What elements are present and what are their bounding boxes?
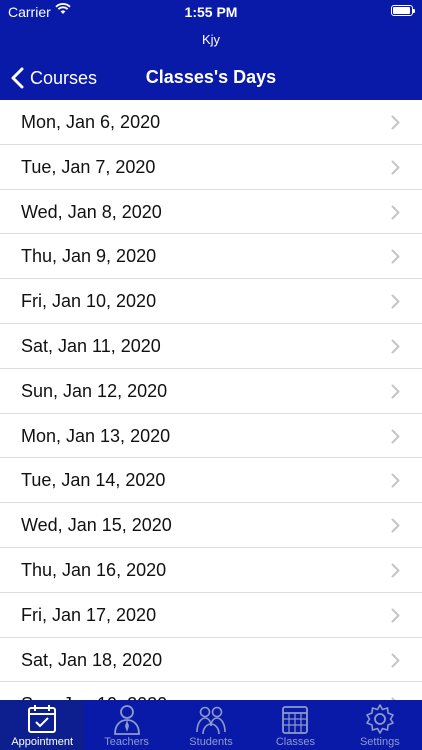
day-label: Tue, Jan 7, 2020 bbox=[21, 156, 156, 177]
day-label: Tue, Jan 14, 2020 bbox=[21, 470, 166, 491]
day-label: Thu, Jan 9, 2020 bbox=[21, 246, 157, 267]
day-label: Mon, Jan 6, 2020 bbox=[21, 112, 161, 132]
day-label: Sat, Jan 18, 2020 bbox=[21, 649, 163, 670]
list-item[interactable]: Thu, Jan 16, 2020 bbox=[0, 548, 422, 593]
day-label: Mon, Jan 13, 2020 bbox=[21, 425, 171, 446]
days-list: Mon, Jan 6, 2020 Tue, Jan 7, 2020 Wed, Jan… bbox=[0, 100, 422, 700]
list-item[interactable]: Mon, Jan 13, 2020 bbox=[0, 414, 422, 459]
list-item[interactable]: Sun, Jan 12, 2020 bbox=[0, 369, 422, 414]
list-item[interactable]: Thu, Jan 9, 2020 bbox=[0, 234, 422, 280]
list-item[interactable]: Tue, Jan 7, 2020 bbox=[0, 145, 422, 190]
chevron-right-icon bbox=[391, 473, 400, 488]
gear-icon bbox=[366, 704, 394, 734]
tab-bar: Appointment Teachers Students Classes Settin… bbox=[0, 700, 422, 750]
chevron-right-icon bbox=[391, 205, 400, 220]
page-title: Classes's Days bbox=[145, 67, 277, 87]
students-icon bbox=[196, 706, 226, 735]
tab-label: Classes bbox=[275, 736, 315, 748]
tab-label: Students bbox=[189, 736, 233, 748]
teacher-icon bbox=[113, 705, 140, 735]
nav-subtitle: Kjy bbox=[201, 32, 221, 47]
tab-classes[interactable]: Classes bbox=[253, 700, 337, 750]
day-label: Sat, Jan 11, 2020 bbox=[21, 335, 161, 356]
tab-settings[interactable]: Settings bbox=[338, 700, 422, 750]
chevron-right-icon bbox=[391, 653, 400, 668]
tab-label: Appointment bbox=[11, 736, 74, 748]
list-item[interactable]: Wed, Jan 8, 2020 bbox=[0, 190, 422, 235]
chevron-right-icon bbox=[391, 608, 400, 623]
status-time: 1:55 PM bbox=[184, 4, 238, 20]
chevron-right-icon bbox=[391, 384, 400, 399]
list-item[interactable]: Mon, Jan 6, 2020 bbox=[0, 100, 422, 145]
tab-appointment[interactable]: Appointment bbox=[0, 700, 85, 750]
chevron-right-icon bbox=[391, 294, 400, 309]
day-label: Wed, Jan 15, 2020 bbox=[21, 515, 172, 536]
calendar-grid-icon bbox=[282, 706, 309, 734]
chevron-right-icon bbox=[391, 339, 400, 354]
list-item[interactable]: Sun, Jan 19, 2020 bbox=[0, 682, 422, 700]
tab-students[interactable]: Students bbox=[169, 700, 253, 750]
day-label: Fri, Jan 17, 2020 bbox=[21, 604, 157, 625]
chevron-right-icon bbox=[391, 429, 400, 444]
chevron-right-icon bbox=[391, 249, 400, 264]
status-bar: Carrier 1:55 PM bbox=[0, 0, 422, 24]
list-item[interactable]: Fri, Jan 17, 2020 bbox=[0, 593, 422, 638]
list-item[interactable]: Wed, Jan 15, 2020 bbox=[0, 503, 422, 548]
day-label: Thu, Jan 16, 2020 bbox=[21, 559, 167, 580]
tab-teachers[interactable]: Teachers bbox=[84, 700, 168, 750]
battery-icon bbox=[391, 5, 415, 16]
list-item[interactable]: Fri, Jan 10, 2020 bbox=[0, 279, 422, 324]
list-item[interactable]: Sat, Jan 11, 2020 bbox=[0, 324, 422, 369]
chevron-right-icon bbox=[391, 518, 400, 533]
calendar-check-icon bbox=[28, 705, 57, 733]
day-label: Fri, Jan 10, 2020 bbox=[21, 291, 157, 312]
list-item[interactable]: Tue, Jan 14, 2020 bbox=[0, 458, 422, 504]
list-item[interactable]: Sat, Jan 18, 2020 bbox=[0, 638, 422, 683]
day-label: Wed, Jan 8, 2020 bbox=[21, 201, 162, 222]
chevron-right-icon bbox=[391, 563, 400, 578]
chevron-right-icon bbox=[391, 160, 400, 175]
day-label: Sun, Jan 12, 2020 bbox=[21, 380, 168, 401]
chevron-right-icon bbox=[391, 115, 400, 130]
tab-label: Settings bbox=[359, 736, 400, 748]
tab-label: Teachers bbox=[104, 736, 149, 748]
nav-header: Carrier 1:55 PM Kjy Courses Classes's Da… bbox=[0, 0, 422, 100]
